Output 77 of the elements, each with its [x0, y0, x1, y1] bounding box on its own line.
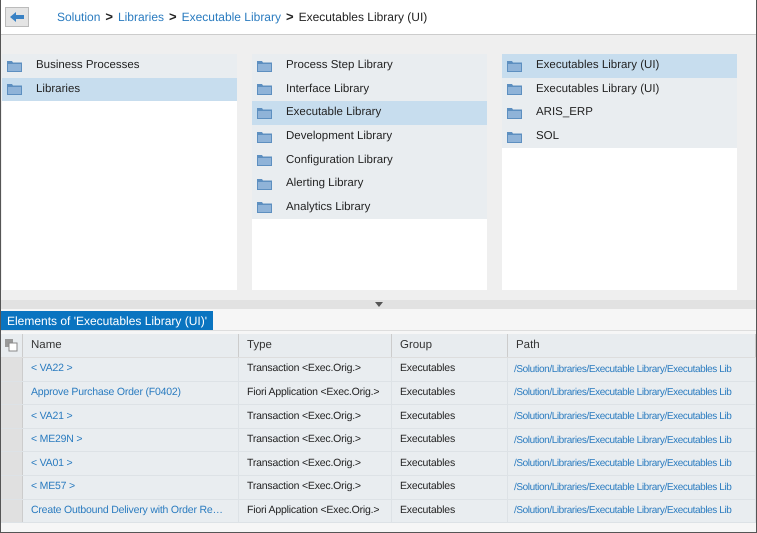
folder-icon — [7, 60, 22, 72]
row-selector[interactable] — [1, 358, 23, 381]
table-cell-text: Executables — [400, 385, 456, 400]
back-arrow-icon — [10, 12, 24, 22]
folder-item[interactable]: Alerting Library — [252, 172, 487, 196]
folder-item[interactable]: Interface Library — [252, 78, 487, 102]
table-link[interactable]: < ME29N > — [31, 432, 82, 448]
table-cell-text: Executables — [400, 502, 456, 518]
table-link[interactable]: /Solution/Libraries/Executable Library/Executables Lib — [514, 503, 732, 518]
table-tab[interactable]: Elements of 'Executables Library (UI)' — [1, 311, 213, 330]
folder-icon — [257, 154, 272, 166]
folder-item[interactable]: Development Library — [252, 124, 487, 148]
table-cell-text: Transaction <Exec.Orig.> — [247, 456, 361, 471]
table-link[interactable]: Approve Purchase Order (F0402) — [31, 385, 181, 401]
folder-icon — [257, 83, 272, 96]
row-selector[interactable] — [1, 452, 23, 475]
table-cell-text: Executables — [400, 479, 456, 494]
table-cell-text: Executables — [400, 361, 456, 376]
folder-icon — [257, 201, 272, 214]
folder-icon — [507, 83, 522, 96]
select-all-icon[interactable] — [5, 339, 18, 352]
breadcrumb-separator: > — [169, 8, 177, 26]
table-link[interactable]: /Solution/Libraries/Executable Library/Executables Lib — [514, 456, 732, 472]
table-link[interactable]: < VA22 > — [31, 361, 72, 378]
column-header[interactable]: Name — [23, 334, 239, 357]
folder-icon — [257, 60, 272, 72]
folder-item[interactable]: SOL — [502, 124, 737, 148]
breadcrumb-link[interactable]: Libraries — [118, 8, 164, 26]
breadcrumb-link[interactable]: Solution — [57, 8, 100, 26]
column-header[interactable]: Group — [392, 334, 508, 357]
row-selector[interactable] — [1, 500, 23, 522]
row-selector[interactable] — [1, 382, 23, 404]
table-cell-text: Executables — [400, 432, 456, 448]
table-link[interactable]: < ME57 > — [31, 479, 75, 496]
folder-item[interactable]: Business Processes — [2, 54, 237, 78]
breadcrumb-current: Executables Library (UI) — [298, 9, 428, 26]
table-link[interactable]: < VA21 > — [31, 408, 72, 424]
folder-icon — [507, 106, 522, 119]
table-link[interactable]: /Solution/Libraries/Executable Library/Executables Lib — [514, 480, 732, 495]
table-link[interactable]: /Solution/Libraries/Executable Library/Executables Lib — [514, 385, 732, 400]
table-link[interactable]: /Solution/Libraries/Executable Library/Executables Lib — [514, 408, 732, 424]
row-selector[interactable] — [1, 476, 23, 499]
column-header[interactable]: Path — [508, 334, 756, 357]
folder-item[interactable]: Analytics Library — [252, 196, 487, 220]
folder-icon — [7, 83, 22, 96]
folder-icon — [257, 130, 272, 143]
column-header[interactable]: Type — [239, 334, 392, 357]
table-cell-text: Transaction <Exec.Orig.> — [247, 408, 361, 424]
back-button[interactable] — [5, 7, 29, 27]
folder-icon — [507, 130, 522, 143]
table-cell-text: Executables — [400, 408, 456, 424]
folder-icon — [257, 178, 272, 190]
table-cell-text: Executables — [400, 456, 456, 471]
row-selector[interactable] — [1, 405, 23, 428]
folder-item[interactable]: Configuration Library — [252, 148, 487, 172]
folder-item[interactable]: Executables Library (UI) — [502, 78, 737, 102]
table-cell-text: Fiori Application <Exec.Orig.> — [247, 502, 380, 518]
collapse-arrow-icon[interactable] — [374, 302, 382, 307]
table-cell-text: Transaction <Exec.Orig.> — [247, 479, 361, 494]
breadcrumb-separator: > — [105, 8, 113, 26]
table-link[interactable]: /Solution/Libraries/Executable Library/Executables Lib — [514, 432, 732, 448]
folder-item[interactable]: Executable Library — [252, 101, 487, 125]
folder-item[interactable]: Process Step Library — [252, 54, 487, 78]
breadcrumb-link[interactable]: Executable Library — [182, 8, 281, 26]
table-cell-text: Transaction <Exec.Orig.> — [247, 432, 361, 448]
table-link[interactable]: Create Outbound Delivery with Order Re… — [31, 502, 223, 519]
breadcrumb-separator: > — [286, 8, 294, 26]
table-cell-text: Fiori Application <Exec.Orig.> — [247, 385, 380, 400]
folder-item[interactable]: Executables Library (UI) — [502, 54, 737, 78]
table-link[interactable]: < VA01 > — [31, 456, 72, 472]
folder-icon — [257, 106, 272, 119]
table-cell-text: Transaction <Exec.Orig.> — [247, 361, 361, 376]
folder-item[interactable]: ARIS_ERP — [502, 101, 737, 125]
row-selector[interactable] — [1, 428, 23, 452]
folder-item[interactable]: Libraries — [2, 78, 237, 102]
table-link[interactable]: /Solution/Libraries/Executable Library/Executables Lib — [514, 362, 732, 377]
folder-icon — [507, 60, 522, 72]
